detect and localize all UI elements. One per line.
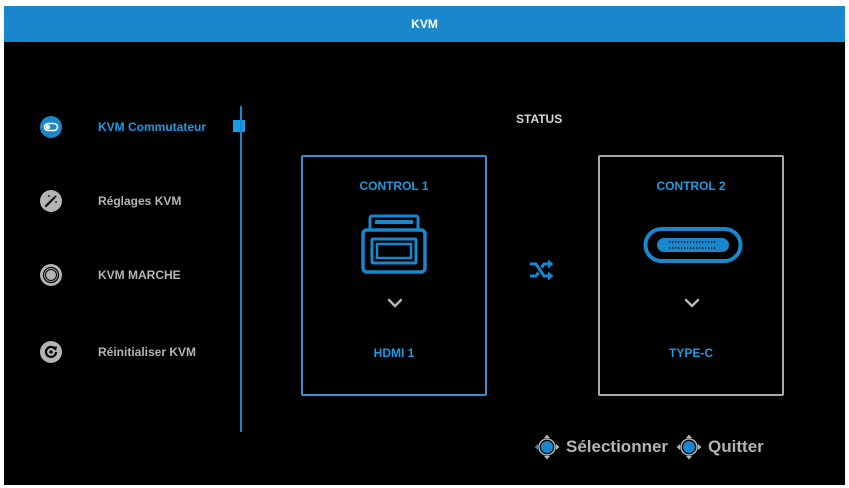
dpad-icon xyxy=(676,434,702,460)
title-bar: KVM xyxy=(4,6,845,42)
page-title: KVM xyxy=(411,17,438,31)
control-1-title: CONTROL 1 xyxy=(359,179,429,193)
menu-divider xyxy=(240,106,242,432)
select-hint: Sélectionner xyxy=(566,437,669,456)
menu-item-kvm-settings[interactable]: Réglages KVM xyxy=(40,190,181,212)
usb-c-port-icon xyxy=(643,227,743,263)
control-2-value: TYPE-C xyxy=(668,346,713,360)
hdmi-port-icon xyxy=(361,214,427,274)
selection-marker xyxy=(233,120,245,132)
control-2-card[interactable]: CONTROL 2 TYPE-C xyxy=(598,155,784,396)
menu-label: KVM Commutateur xyxy=(98,120,207,134)
chevron-down-icon xyxy=(387,298,403,308)
dpad-icon xyxy=(534,434,560,460)
magic-wand-icon xyxy=(40,190,62,212)
chevron-down-icon xyxy=(684,298,700,308)
menu-item-kvm-on[interactable]: KVM MARCHE xyxy=(40,264,181,286)
menu-label: KVM MARCHE xyxy=(98,268,181,282)
menu-label: Réglages KVM xyxy=(98,194,182,208)
menu-item-kvm-reset[interactable]: Réinitialiser KVM xyxy=(40,341,196,363)
control-2-title: CONTROL 2 xyxy=(656,179,726,193)
toggle-icon xyxy=(40,116,62,138)
osd-window: KVM KVM Commutateur Réglages KVM KVM MAR… xyxy=(4,6,845,485)
control-1-card[interactable]: CONTROL 1 HDMI 1 xyxy=(301,155,487,396)
menu-item-kvm-switch[interactable]: KVM Commutateur xyxy=(40,116,206,138)
status-heading: STATUS xyxy=(516,112,563,126)
exit-hint: Quitter xyxy=(708,437,764,456)
power-ring-icon xyxy=(40,264,62,286)
menu-label: Réinitialiser KVM xyxy=(98,345,197,359)
control-1-value: HDMI 1 xyxy=(373,346,415,360)
shuffle-icon xyxy=(530,259,554,281)
reset-icon xyxy=(40,341,62,363)
footer-hints: Sélectionner Quitter xyxy=(534,434,772,460)
